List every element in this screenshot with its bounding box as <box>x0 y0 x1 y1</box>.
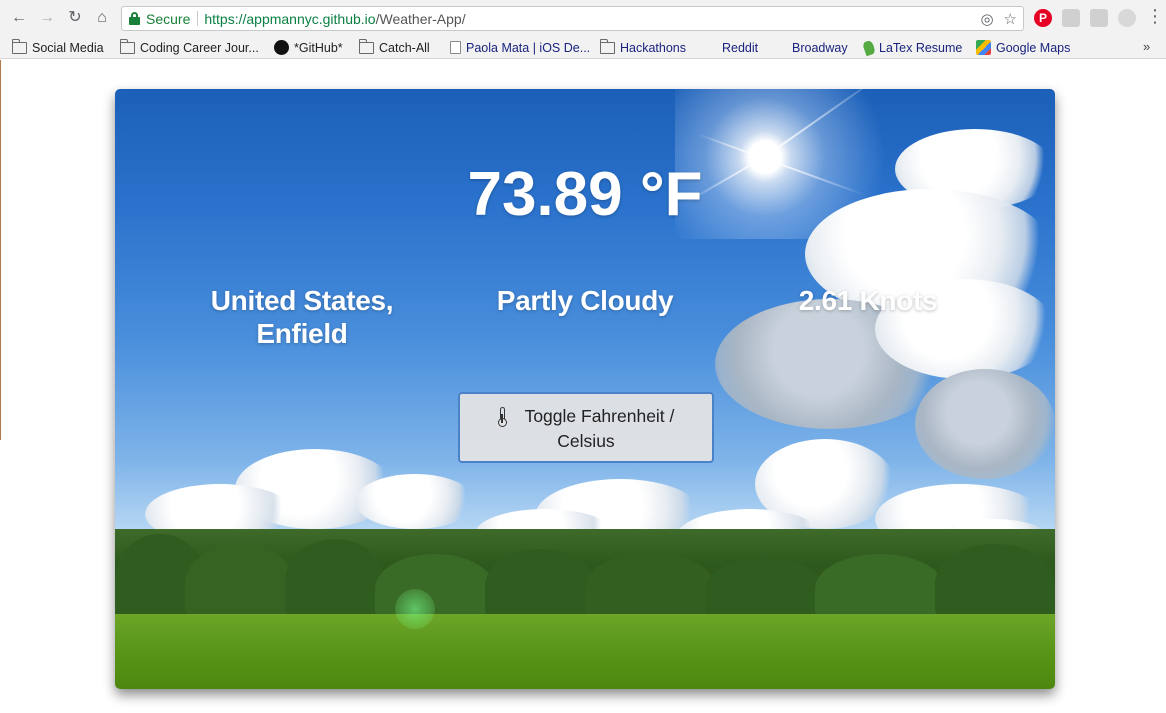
more-bookmarks-chevron-icon[interactable]: » <box>1143 39 1150 54</box>
folder-icon <box>599 38 615 54</box>
wind-speed-display: 2.61 Knots <box>798 285 938 316</box>
reload-icon[interactable]: ↻ <box>65 8 85 28</box>
bookmark-coding-career[interactable]: Coding Career Jour... <box>119 38 259 56</box>
url-path: /Weather-App/ <box>375 10 466 27</box>
extension-grid-icon[interactable] <box>1090 9 1108 27</box>
folder-icon <box>11 38 27 54</box>
grass-field <box>115 614 1055 689</box>
location-icon[interactable]: ◎ <box>980 10 993 28</box>
page-icon <box>450 41 461 54</box>
google-maps-icon <box>976 40 991 55</box>
pinterest-icon[interactable]: P <box>1034 9 1052 27</box>
extension-shield-icon[interactable] <box>1062 9 1080 27</box>
bookmark-github[interactable]: *GitHub* <box>274 39 343 56</box>
secure-label: Secure <box>146 10 191 27</box>
overleaf-icon <box>861 39 877 56</box>
broadway-icon <box>772 41 787 54</box>
address-bar[interactable]: Secure https://appmannyc.github.io/Weath… <box>121 6 1024 31</box>
bookmark-google-maps[interactable]: Google Maps <box>976 39 1070 56</box>
location-display: United States, Enfield <box>152 284 452 350</box>
bookmark-latex-resume[interactable]: LaTex Resume <box>861 39 962 56</box>
extension-circle-icon[interactable] <box>1118 9 1136 27</box>
weather-card: 73.89 °F United States, Enfield Partly C… <box>115 89 1055 689</box>
condition-display: Partly Cloudy <box>496 285 674 316</box>
location-city: Enfield <box>256 318 348 349</box>
bookmark-catch-all[interactable]: Catch-All <box>358 38 430 56</box>
toggle-units-button[interactable]: Toggle Fahrenheit / Celsius <box>458 392 714 463</box>
treeline <box>115 529 1055 624</box>
thermometer-icon <box>497 407 507 427</box>
forward-arrow-icon[interactable]: → <box>37 8 57 28</box>
url-host: https://appmannyc.github.io <box>204 10 376 27</box>
lock-icon <box>129 12 140 25</box>
bookmark-broadway[interactable]: Broadway <box>772 39 848 56</box>
folder-icon <box>119 38 135 54</box>
folder-icon <box>358 38 374 54</box>
location-country: United States, <box>210 285 394 316</box>
browser-menu-icon[interactable]: ⋮ <box>1146 7 1164 25</box>
bookmark-reddit[interactable]: Reddit <box>702 39 758 56</box>
bookmark-paola-mata[interactable]: Paola Mata | iOS De... <box>450 39 590 56</box>
bookmarks-bar: Social Media Coding Career Jour... *GitH… <box>0 36 1166 59</box>
bookmark-hackathons[interactable]: Hackathons <box>599 38 686 56</box>
back-arrow-icon[interactable]: ← <box>9 8 29 28</box>
toggle-label-line2: Celsius <box>557 431 615 451</box>
browser-toolbar: ← → ↻ ⌂ Secure https://appmannyc.github.… <box>0 0 1166 36</box>
reddit-icon <box>702 41 717 54</box>
temperature-display: 73.89 °F <box>467 160 703 229</box>
github-icon <box>274 40 289 55</box>
bookmark-social-media[interactable]: Social Media <box>11 38 104 56</box>
bookmark-star-icon[interactable]: ☆ <box>1004 10 1017 28</box>
toggle-label-line1: Toggle Fahrenheit / <box>524 406 675 426</box>
home-icon[interactable]: ⌂ <box>92 8 112 28</box>
